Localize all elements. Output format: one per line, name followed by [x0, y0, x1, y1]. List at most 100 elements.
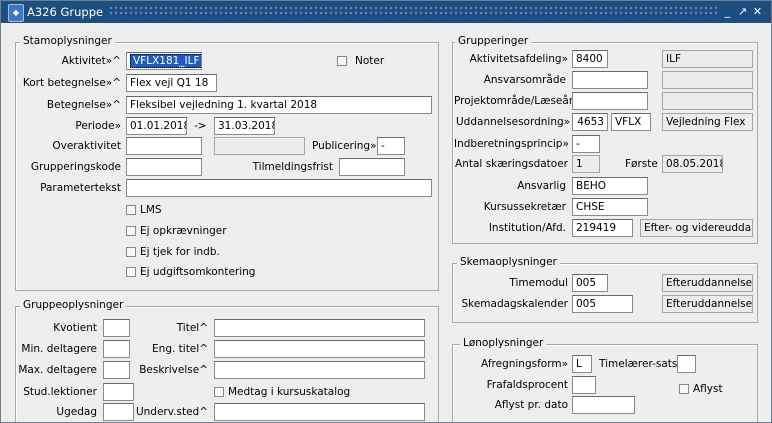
stamoplysninger-title: Stamoplysninger: [20, 35, 115, 47]
ansvarlig-label: Ansvarlig: [517, 180, 566, 192]
overaktivitet-label: Overaktivitet: [52, 140, 121, 152]
title-bar[interactable]: ◆ A326 Gruppe _ ↗ ✕: [1, 1, 771, 23]
ej-udgiftsomkontering-label: Ej udgiftsomkontering: [140, 266, 256, 278]
title-bar-grip: [109, 6, 717, 17]
kort-betegnelse-label: Kort betegnelse»^: [22, 77, 121, 89]
afregningsform-label: Afregningsform»: [481, 358, 568, 370]
aktivitet-value: VFLX181_ILF: [130, 54, 201, 68]
grupperingskode-input[interactable]: [126, 158, 202, 176]
projektomraade-input[interactable]: [572, 92, 648, 110]
ansvarlig-input[interactable]: BEHO: [572, 177, 648, 195]
skemaoplysninger-title: Skemaoplysninger: [457, 256, 560, 268]
close-icon[interactable]: ✕: [751, 5, 764, 18]
ej-tjek-label: Ej tjek for indb.: [140, 246, 220, 258]
underv-sted-label: Underv.sted^: [135, 406, 208, 418]
timelaerer-sats-label: Timelærer-sats: [599, 358, 678, 370]
ansvarsomraade-label: Ansvarsområde: [483, 74, 566, 86]
overaktivitet-input[interactable]: [126, 137, 202, 155]
aflyst-checkbox[interactable]: [679, 384, 689, 394]
frafaldsprocent-label: Frafaldsprocent: [486, 379, 568, 391]
parametertekst-label: Parametertekst: [40, 182, 121, 194]
institution-description: Efter- og videreuddannelse: [640, 219, 753, 237]
skemadagskalender-input[interactable]: 005: [572, 295, 633, 313]
noter-checkbox[interactable]: [337, 56, 347, 66]
noter-label: Noter: [355, 55, 385, 67]
max-deltagere-input[interactable]: [103, 361, 130, 379]
window-title: A326 Gruppe: [27, 5, 104, 19]
min-deltagere-input[interactable]: [103, 340, 130, 358]
grupperingskode-label: Grupperingskode: [30, 161, 121, 173]
stud-lektioner-input[interactable]: [103, 383, 134, 401]
medtag-label: Medtag i kursuskatalog: [228, 386, 351, 398]
beskrivelse-input[interactable]: [214, 361, 425, 379]
tilmeldingsfrist-label: Tilmeldingsfrist: [252, 161, 333, 173]
ej-opkraevninger-label: Ej opkrævninger: [140, 225, 227, 237]
aflyst-label: Aflyst: [693, 383, 723, 395]
medtag-checkbox[interactable]: [214, 387, 224, 397]
betegnelse-input[interactable]: Fleksibel vejledning 1. kvartal 2018: [126, 96, 432, 114]
frafaldsprocent-input[interactable]: [572, 376, 596, 394]
ej-opkraevninger-checkbox[interactable]: [126, 226, 136, 236]
aktivitet-label: Aktivitet»^: [61, 55, 121, 67]
kort-betegnelse-input[interactable]: Flex vejl Q1 18: [126, 74, 217, 92]
ej-tjek-checkbox[interactable]: [126, 247, 136, 257]
projektomraade-description: [662, 92, 753, 110]
lms-label: LMS: [140, 204, 162, 216]
periode-separator: ->: [194, 120, 207, 132]
timelaerer-sats-input[interactable]: [677, 355, 696, 373]
overaktivitet-description: [214, 137, 305, 155]
aflyst-pr-dato-label: Aflyst pr. dato: [494, 399, 568, 411]
aktivitet-input[interactable]: VFLX181_ILF: [126, 52, 202, 70]
indberetningsprincip-input[interactable]: -: [572, 135, 600, 153]
projektomraade-label: Projektområde/Læseår: [454, 95, 574, 107]
ej-udgiftsomkontering-checkbox[interactable]: [126, 267, 136, 277]
timemodul-description: Efteruddannelse: [662, 274, 753, 292]
indberetningsprincip-label: Indberetningsprincip»: [454, 138, 569, 150]
lonoplysninger-title: Lønoplysninger: [460, 337, 547, 349]
skemadagskalender-label: Skemadagskalender: [461, 298, 568, 310]
min-deltagere-label: Min. deltagere: [21, 343, 97, 355]
ugedag-input[interactable]: [103, 403, 134, 421]
ansvarsomraade-input[interactable]: [572, 71, 648, 89]
antal-skaeringsdatoer-value: 1: [572, 155, 600, 173]
kvotient-label: Kvotient: [53, 322, 97, 334]
underv-sted-input[interactable]: [214, 403, 425, 421]
uddannelsesordning-description: Vejledning Flex: [662, 113, 753, 131]
aktivitetsafdeling-description: ILF: [662, 50, 753, 68]
stud-lektioner-label: Stud.lektioner: [23, 386, 97, 398]
minimize-icon[interactable]: _: [721, 5, 734, 18]
betegnelse-label: Betegnelse»^: [46, 99, 121, 111]
forste-value: 08.05.2018: [662, 155, 723, 173]
main-window: ◆ A326 Gruppe _ ↗ ✕ Stamoplysninger Akti…: [0, 0, 772, 423]
beskrivelse-label: Beskrivelse^: [139, 364, 208, 376]
aktivitetsafdeling-input[interactable]: 8400: [572, 50, 608, 68]
eng-titel-input[interactable]: [214, 340, 425, 358]
grupperinger-title: Grupperinger: [455, 35, 532, 47]
timemodul-input[interactable]: 005: [572, 274, 608, 292]
restore-icon[interactable]: ↗: [736, 5, 749, 18]
institution-input[interactable]: 219419: [572, 219, 633, 237]
aflyst-pr-dato-input[interactable]: [572, 396, 635, 414]
publicering-input[interactable]: -: [377, 137, 405, 155]
periode-label: Periode»: [75, 120, 121, 132]
forste-label: Første: [625, 158, 658, 170]
timemodul-label: Timemodul: [509, 277, 568, 289]
parametertekst-input[interactable]: [126, 179, 432, 197]
uddannelsesordning-code-input[interactable]: 4653: [572, 113, 608, 131]
lms-checkbox[interactable]: [126, 205, 136, 215]
uddannelsesordning-short[interactable]: VFLX: [611, 113, 651, 131]
titel-label: Titel^: [176, 322, 208, 334]
titel-input[interactable]: [214, 319, 425, 337]
afregningsform-input[interactable]: L: [572, 355, 592, 373]
max-deltagere-label: Max. deltagere: [18, 364, 97, 376]
eng-titel-label: Eng. titel^: [152, 343, 208, 355]
periode-from-input[interactable]: 01.01.2018: [126, 117, 187, 135]
uddannelsesordning-label: Uddannelsesordning»: [456, 116, 571, 128]
aktivitetsafdeling-label: Aktivitetsafdeling»: [469, 53, 568, 65]
kursussekretaer-label: Kursussekretær: [483, 201, 566, 213]
kvotient-input[interactable]: [103, 319, 130, 337]
kursussekretaer-input[interactable]: CHSE: [572, 198, 648, 216]
periode-to-input[interactable]: 31.03.2018: [214, 117, 275, 135]
tilmeldingsfrist-input[interactable]: [339, 158, 405, 176]
publicering-label: Publicering»: [312, 140, 377, 152]
